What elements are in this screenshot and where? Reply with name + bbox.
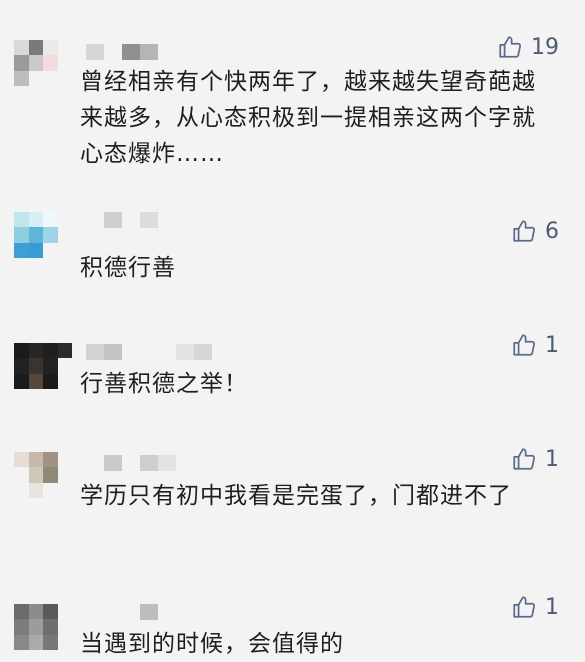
username[interactable] <box>86 44 158 60</box>
comment-text: 行善积德之举！ <box>80 371 248 397</box>
like-count: 6 <box>545 218 559 244</box>
thumbs-up-icon <box>513 596 535 618</box>
like-button[interactable]: 6 <box>511 218 559 244</box>
thumbs-up-icon <box>513 334 535 356</box>
comment-text: 学历只有初中我看是完蛋了，门都进不了 <box>80 483 512 509</box>
like-button[interactable]: 1 <box>511 332 559 358</box>
comment-text: 积德行善 <box>80 255 176 281</box>
thumbs-up-icon <box>513 220 535 242</box>
thumbs-up-icon <box>513 448 535 470</box>
like-count: 1 <box>545 446 559 472</box>
comment-text: 当遇到的时候，会值得的 <box>80 631 344 657</box>
like-count: 1 <box>545 594 559 620</box>
avatar[interactable] <box>14 212 72 258</box>
avatar[interactable] <box>14 40 72 86</box>
username[interactable] <box>86 212 176 228</box>
thumbs-up-icon <box>499 36 521 58</box>
avatar[interactable] <box>14 343 72 389</box>
like-count: 1 <box>545 332 559 358</box>
comment-text: 曾经相亲有个快两年了，越来越失望奇葩越来越多，从心态积极到一提相亲这两个字就心态… <box>80 69 536 167</box>
like-button[interactable]: 1 <box>511 446 559 472</box>
avatar[interactable] <box>14 604 72 650</box>
like-button[interactable]: 19 <box>497 34 559 60</box>
like-count: 19 <box>531 34 559 60</box>
like-button[interactable]: 1 <box>511 594 559 620</box>
username[interactable] <box>86 344 212 360</box>
username[interactable] <box>86 455 176 471</box>
avatar[interactable] <box>14 452 72 498</box>
username[interactable] <box>86 604 176 620</box>
